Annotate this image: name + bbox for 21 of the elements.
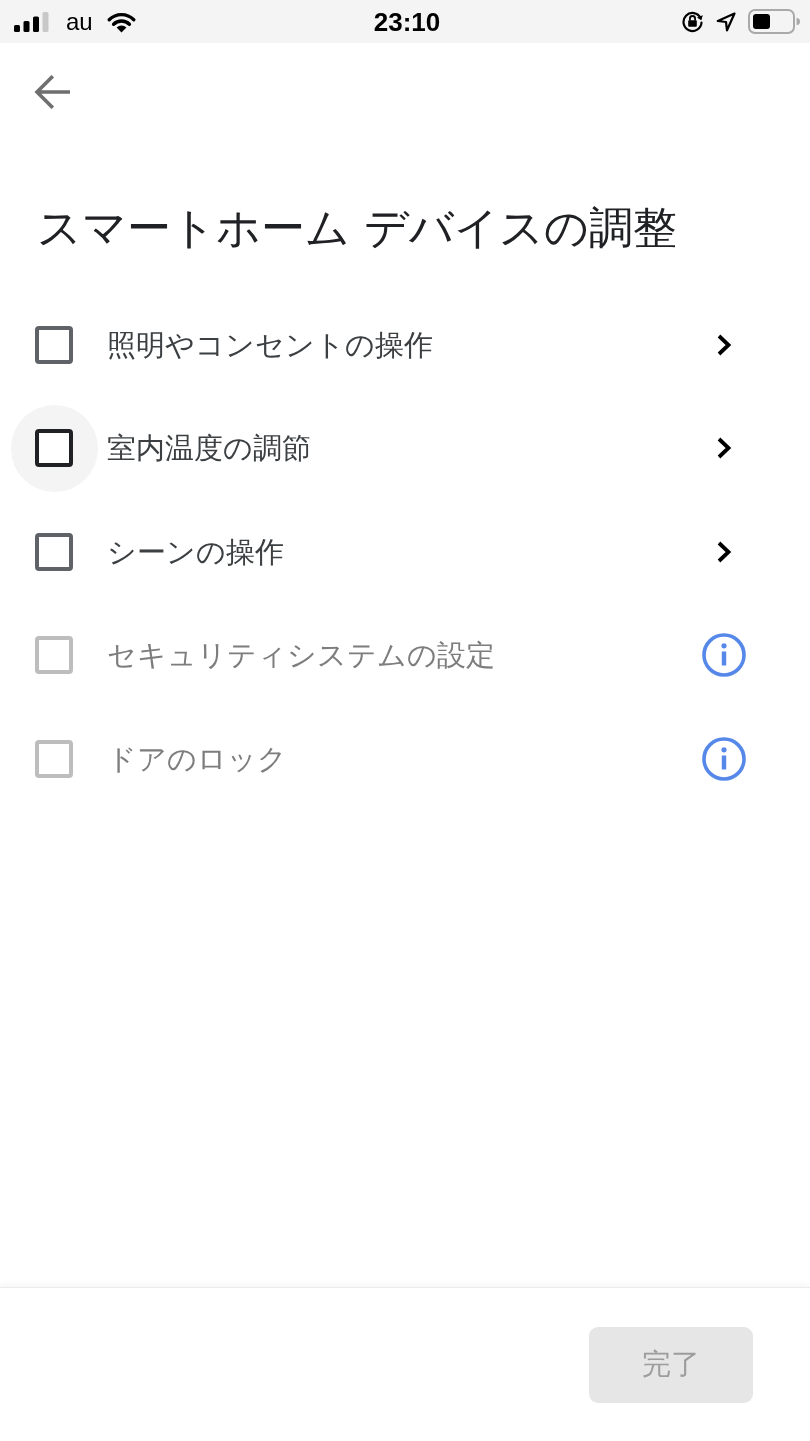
page-title: スマートホーム デバイスの調整: [37, 201, 678, 255]
clock-time: 23:10: [373, 6, 441, 37]
back-button[interactable]: [34, 74, 70, 109]
carrier-name: au: [66, 7, 93, 36]
option-label[interactable]: 室内温度の調節: [107, 428, 702, 469]
signal-icon: [14, 11, 49, 32]
wifi-icon: [105, 10, 137, 33]
checkbox[interactable]: [35, 429, 73, 468]
option-label[interactable]: 照明やコンセントの操作: [107, 324, 702, 365]
battery-icon: [748, 9, 800, 34]
info-icon[interactable]: [702, 736, 746, 781]
chevron-right-icon: [715, 539, 733, 564]
chevron-right-icon: [715, 332, 733, 357]
back-arrow-icon: [34, 74, 70, 109]
location-arrow-icon: [716, 11, 736, 32]
info-icon[interactable]: [702, 633, 746, 678]
checkbox[interactable]: [35, 325, 73, 364]
checkbox[interactable]: [35, 532, 73, 571]
rotation-lock-icon: [681, 10, 704, 33]
option-label[interactable]: シーンの操作: [107, 531, 702, 572]
chevron-right-icon: [715, 436, 733, 461]
